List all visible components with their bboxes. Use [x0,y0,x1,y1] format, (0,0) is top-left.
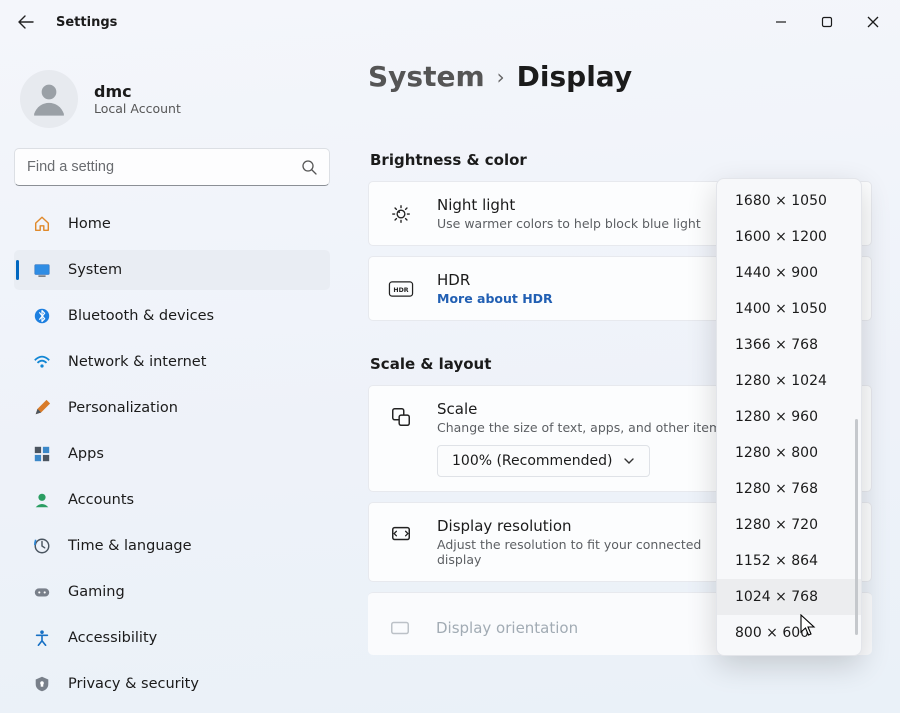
hdr-icon: HDR [387,281,415,297]
resolution-option[interactable]: 1280 × 1024 [717,363,861,399]
card-title: HDR [437,271,553,289]
sidebar-item-personalization[interactable]: Personalization [14,388,330,428]
resolution-option[interactable]: 1440 × 900 [717,255,861,291]
nav-list: Home System Bluetooth & devices Network … [14,204,330,710]
apps-icon [32,444,52,464]
card-title: Display resolution [437,517,727,535]
search-input[interactable] [27,159,301,175]
arrow-left-icon [18,14,34,30]
breadcrumb-current: Display [517,60,632,93]
accounts-icon [32,490,52,510]
resolution-option[interactable]: 1152 × 864 [717,543,861,579]
resolution-dropdown[interactable]: 1680 × 1050 1600 × 1200 1440 × 900 1400 … [716,178,862,656]
hdr-more-link[interactable]: More about HDR [437,291,553,306]
sidebar: dmc Local Account Home System Bluetooth … [0,44,344,710]
system-icon [32,260,52,280]
night-light-icon [387,203,415,225]
resolution-option[interactable]: 1280 × 720 [717,507,861,543]
brush-icon [32,398,52,418]
chevron-right-icon: › [497,65,505,89]
close-icon [867,16,879,28]
scale-value: 100% (Recommended) [452,453,613,469]
maximize-button[interactable] [804,5,850,39]
breadcrumb-parent[interactable]: System [368,60,485,93]
sidebar-item-label: Home [68,216,111,232]
window-caption-buttons [758,5,896,39]
minimize-icon [775,16,787,28]
card-title: Night light [437,196,701,214]
main-content: System › Display Brightness & color Nigh… [344,44,900,710]
back-button[interactable] [18,14,34,30]
search-icon [301,159,317,175]
resolution-option[interactable]: 1280 × 960 [717,399,861,435]
breadcrumb: System › Display [368,60,872,93]
card-title: Scale [437,400,728,418]
shield-icon [32,674,52,694]
search-box[interactable] [14,148,330,186]
sidebar-item-home[interactable]: Home [14,204,330,244]
orientation-icon [386,617,414,639]
clock-icon [32,536,52,556]
card-subtitle: Use warmer colors to help block blue lig… [437,216,701,231]
resolution-option[interactable]: 1680 × 1050 [717,183,861,219]
sidebar-item-network[interactable]: Network & internet [14,342,330,382]
sidebar-item-label: Bluetooth & devices [68,308,214,324]
maximize-icon [821,16,833,28]
app-title: Settings [56,15,117,30]
user-block[interactable]: dmc Local Account [14,58,330,148]
sidebar-item-gaming[interactable]: Gaming [14,572,330,612]
sidebar-item-accounts[interactable]: Accounts [14,480,330,520]
user-subtitle: Local Account [94,101,181,116]
resolution-option[interactable]: 1280 × 800 [717,435,861,471]
minimize-button[interactable] [758,5,804,39]
resolution-option[interactable]: 1400 × 1050 [717,291,861,327]
sidebar-item-label: Accessibility [68,630,157,646]
resolution-option[interactable]: 1024 × 768 [717,579,861,615]
scale-icon [387,406,415,428]
sidebar-item-label: System [68,262,122,278]
sidebar-item-label: Gaming [68,584,125,600]
sidebar-item-privacy[interactable]: Privacy & security [14,664,330,704]
sidebar-item-label: Privacy & security [68,676,199,692]
sidebar-item-apps[interactable]: Apps [14,434,330,474]
sidebar-item-accessibility[interactable]: Accessibility [14,618,330,658]
sidebar-item-label: Accounts [68,492,134,508]
sidebar-item-system[interactable]: System [14,250,330,290]
resolution-option[interactable]: 1600 × 1200 [717,219,861,255]
gamepad-icon [32,582,52,602]
bluetooth-icon [32,306,52,326]
avatar [20,70,78,128]
accessibility-icon [32,628,52,648]
card-title: Display orientation [436,619,705,637]
svg-text:HDR: HDR [393,287,408,294]
sidebar-item-time[interactable]: Time & language [14,526,330,566]
home-icon [32,214,52,234]
resolution-icon [387,523,415,545]
resolution-option[interactable]: 1366 × 768 [717,327,861,363]
titlebar: Settings [0,0,900,44]
scale-select[interactable]: 100% (Recommended) [437,445,650,477]
sidebar-item-label: Network & internet [68,354,206,370]
card-subtitle: Adjust the resolution to fit your connec… [437,537,727,567]
sidebar-item-bluetooth[interactable]: Bluetooth & devices [14,296,330,336]
sidebar-item-label: Personalization [68,400,178,416]
user-name: dmc [94,82,181,101]
card-subtitle: Change the size of text, apps, and other… [437,420,728,435]
sidebar-item-label: Time & language [68,538,192,554]
close-button[interactable] [850,5,896,39]
resolution-option[interactable]: 800 × 600 [717,615,861,651]
person-icon [28,78,70,120]
section-heading-brightness: Brightness & color [370,151,872,169]
resolution-option[interactable]: 1280 × 768 [717,471,861,507]
sidebar-item-label: Apps [68,446,104,462]
chevron-down-icon [623,455,635,467]
wifi-icon [32,352,52,372]
